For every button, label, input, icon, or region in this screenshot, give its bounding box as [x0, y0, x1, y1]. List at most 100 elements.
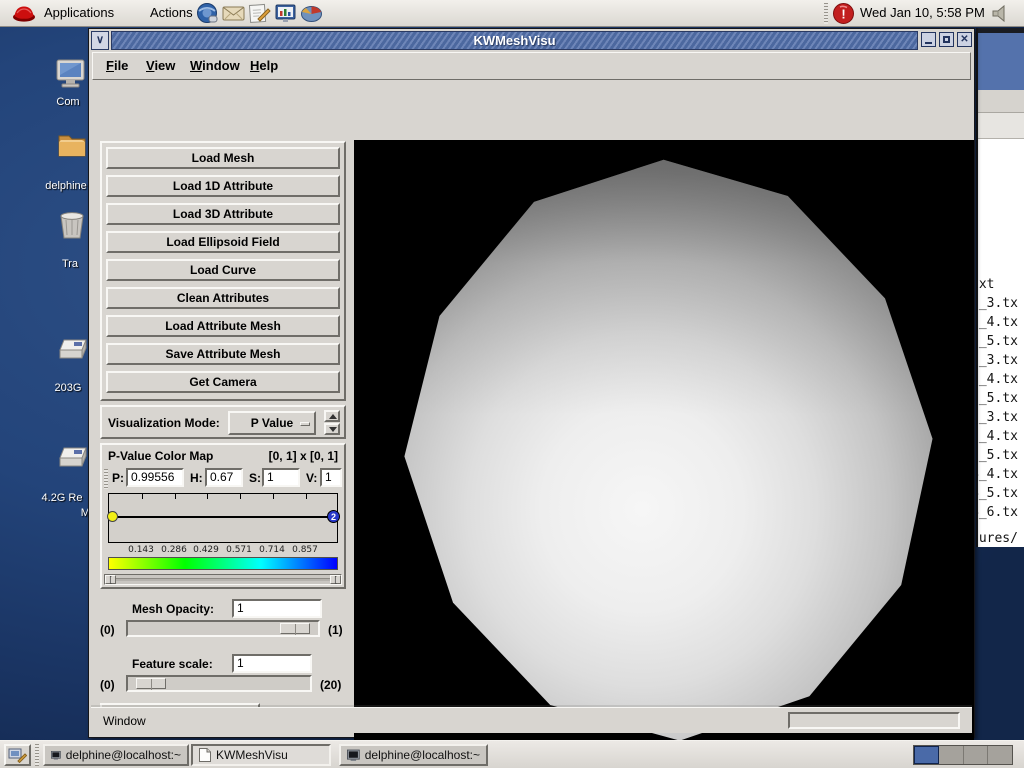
- window-title: KWMeshVisu: [112, 32, 917, 49]
- workspace-1[interactable]: [914, 746, 939, 764]
- task-kwmeshvisu[interactable]: KWMeshVisu: [191, 744, 331, 766]
- load-1d-attribute-button[interactable]: Load 1D Attribute: [106, 175, 340, 197]
- load-curve-button[interactable]: Load Curve: [106, 259, 340, 281]
- terminal-toolbar[interactable]: [978, 113, 1024, 139]
- terminal-line: 4_4.tx: [976, 467, 1024, 482]
- redhat-menu-icon[interactable]: [12, 3, 36, 24]
- mesh-opacity-slider[interactable]: [126, 620, 320, 637]
- panel-grip-handle[interactable]: [824, 3, 828, 24]
- feature-scale-slider-handle[interactable]: [136, 678, 166, 689]
- close-button[interactable]: ✕: [957, 32, 972, 47]
- presentation-launcher-icon[interactable]: [274, 2, 297, 25]
- terminal-prompt-line: gures/: [976, 531, 1024, 546]
- mode-spin-up-button[interactable]: [324, 410, 340, 422]
- visualization-mode-frame: Visualization Mode: P Value: [100, 405, 346, 439]
- h-field-input[interactable]: 0.67: [205, 468, 243, 487]
- menu-view[interactable]: View: [146, 53, 175, 79]
- menubar: File View Window Help: [92, 52, 971, 80]
- email-launcher-icon[interactable]: [222, 2, 245, 25]
- menu-help[interactable]: Help: [250, 53, 278, 79]
- workspace-4[interactable]: [988, 746, 1012, 764]
- statusbar: Window: [91, 707, 972, 733]
- load-3d-attribute-button[interactable]: Load 3D Attribute: [106, 203, 340, 225]
- terminal-line: 4_5.tx: [976, 486, 1024, 501]
- terminal-icon: [347, 749, 360, 762]
- feature-scale-input[interactable]: 1: [232, 654, 312, 673]
- v-field-input[interactable]: 1: [320, 468, 342, 487]
- speaker-volume-icon[interactable]: [990, 3, 1011, 24]
- arrow-up-icon: [329, 414, 337, 419]
- show-desktop-button[interactable]: [4, 744, 31, 766]
- computer-icon[interactable]: [54, 58, 88, 90]
- load-attribute-mesh-button[interactable]: Load Attribute Mesh: [106, 315, 340, 337]
- menu-window[interactable]: Window: [190, 53, 240, 79]
- s-field-label: S:: [249, 471, 261, 485]
- v-field-label: V:: [306, 471, 317, 485]
- mode-spin-down-button[interactable]: [324, 423, 340, 435]
- background-terminal-window[interactable]: txt 1_3.tx 1_4.tx 1_5.tx 2_3.tx 2_4.tx 2…: [976, 28, 1024, 547]
- clock[interactable]: Wed Jan 10, 5:58 PM: [860, 0, 985, 26]
- disk-42g-label-line1[interactable]: 4.2G Re: [28, 492, 96, 504]
- workspace-3[interactable]: [964, 746, 989, 764]
- disk-42g-label-line2[interactable]: Me: [28, 507, 96, 519]
- document-icon: [199, 748, 211, 762]
- terminal-line: 4_6.tx: [976, 505, 1024, 520]
- task-label: delphine@localhost:~: [365, 748, 480, 762]
- trash-icon[interactable]: [56, 208, 88, 242]
- p-field-label: P:: [112, 471, 124, 485]
- mesh-opacity-slider-handle[interactable]: [280, 623, 310, 634]
- disk-203g-icon[interactable]: [56, 336, 90, 364]
- get-camera-button[interactable]: Get Camera: [106, 371, 340, 393]
- menu-file[interactable]: File: [106, 53, 128, 79]
- taskbar-grip-handle[interactable]: [35, 744, 39, 766]
- colormap-range-label: [0, 1] x [0, 1]: [269, 449, 338, 463]
- range-handle-left[interactable]: [: [105, 575, 116, 584]
- load-ellipsoid-field-button[interactable]: Load Ellipsoid Field: [106, 231, 340, 253]
- terminal-line: 2_5.tx: [976, 391, 1024, 406]
- save-attribute-mesh-button[interactable]: Save Attribute Mesh: [106, 343, 340, 365]
- colormap-function-editor[interactable]: 2: [108, 493, 338, 543]
- minimize-button[interactable]: [921, 32, 936, 47]
- clean-attributes-button[interactable]: Clean Attributes: [106, 287, 340, 309]
- visualization-mode-dropdown[interactable]: P Value: [228, 411, 316, 435]
- terminal-menubar[interactable]: [978, 90, 1024, 113]
- terminal-titlebar[interactable]: [978, 33, 1024, 90]
- editor-tick: [273, 494, 274, 499]
- s-field-input[interactable]: 1: [262, 468, 300, 487]
- option-menu-indicator-icon: [300, 422, 310, 426]
- alert-notification-icon[interactable]: !: [832, 2, 855, 25]
- control-point-end[interactable]: 2: [327, 510, 340, 523]
- workspace-2[interactable]: [939, 746, 964, 764]
- window-titlebar[interactable]: ∨ KWMeshVisu ✕: [91, 31, 972, 50]
- range-handle-right[interactable]: [: [330, 575, 341, 584]
- task-terminal-1[interactable]: delphine@localhost:~: [43, 744, 189, 766]
- chevron-down-icon: ∨: [92, 32, 108, 48]
- range-slider-track[interactable]: [116, 578, 330, 581]
- editor-tick: [175, 494, 176, 499]
- colormap-range-slider[interactable]: [ [: [104, 574, 342, 585]
- p-field-input[interactable]: 0.99556: [126, 468, 184, 487]
- colormap-grip-handle[interactable]: [104, 469, 108, 489]
- workspace-switcher[interactable]: [913, 745, 1013, 765]
- render-viewport[interactable]: [354, 140, 974, 758]
- word-processor-launcher-icon[interactable]: [248, 2, 271, 25]
- task-terminal-2[interactable]: delphine@localhost:~: [339, 744, 488, 766]
- applications-menu[interactable]: Applications: [40, 0, 118, 26]
- close-icon: ✕: [958, 33, 971, 46]
- web-browser-launcher-icon[interactable]: [196, 2, 219, 25]
- status-progress-box: [788, 712, 960, 729]
- pie-chart-launcher-icon[interactable]: [300, 2, 323, 25]
- feature-scale-slider[interactable]: [126, 675, 312, 692]
- control-point-start[interactable]: [107, 511, 118, 522]
- maximize-button[interactable]: [939, 32, 954, 47]
- disk-42g-icon[interactable]: [56, 444, 90, 472]
- terminal-icon: [51, 749, 61, 762]
- mesh-opacity-input[interactable]: 1: [232, 599, 322, 618]
- delphine-folder-label[interactable]: delphine: [36, 180, 96, 192]
- delphine-folder-icon[interactable]: [56, 130, 88, 160]
- feature-max-label: (20): [320, 678, 341, 692]
- actions-menu[interactable]: Actions: [146, 0, 197, 26]
- load-mesh-button[interactable]: Load Mesh: [106, 147, 340, 169]
- maximize-icon: [943, 36, 950, 43]
- window-menu-button[interactable]: ∨: [91, 31, 109, 50]
